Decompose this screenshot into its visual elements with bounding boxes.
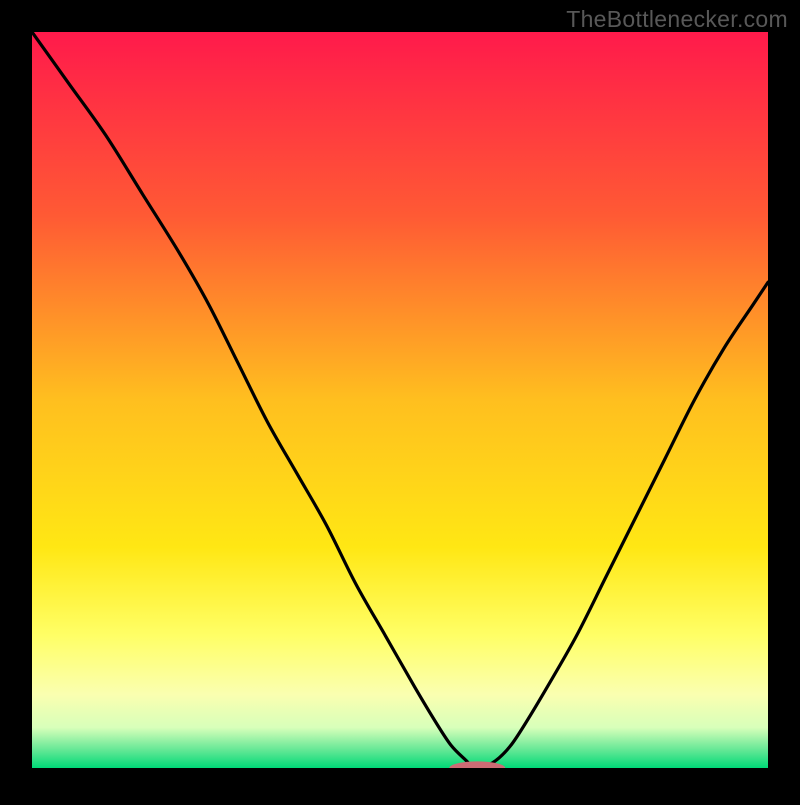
watermark-text: TheBottlenecker.com xyxy=(566,6,788,33)
gradient-background xyxy=(32,32,768,768)
chart-frame: TheBottlenecker.com xyxy=(0,0,800,800)
chart-svg xyxy=(0,0,800,800)
